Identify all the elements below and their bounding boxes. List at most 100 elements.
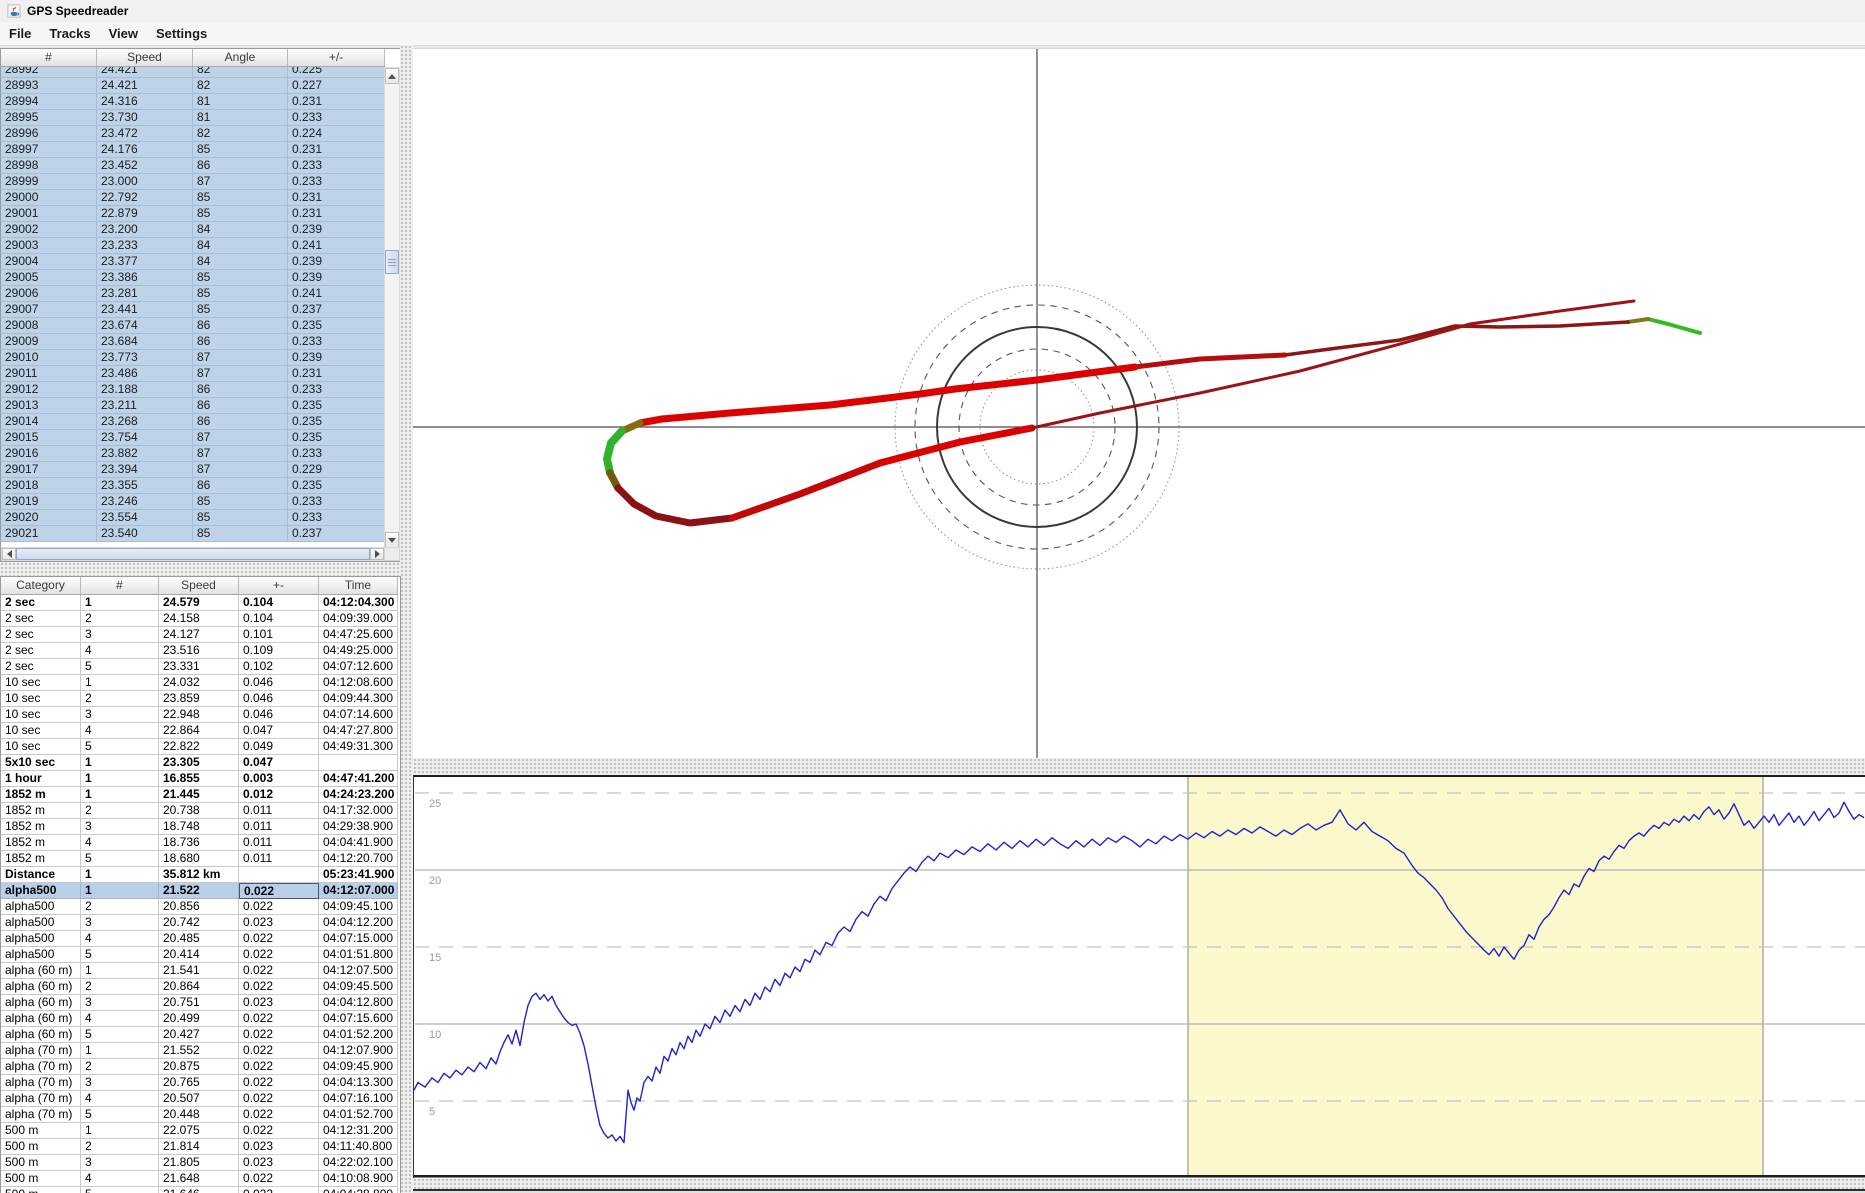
- result-row[interactable]: 10 sec124.0320.04604:12:08.600: [1, 675, 398, 691]
- col-header-speed[interactable]: Speed: [97, 49, 193, 66]
- col-header-pm[interactable]: +-: [239, 577, 319, 594]
- result-row[interactable]: 1852 m318.7480.01104:29:38.900: [1, 819, 398, 835]
- col-header-angle[interactable]: Angle: [193, 49, 288, 66]
- result-row[interactable]: 1852 m418.7360.01104:04:41.900: [1, 835, 398, 851]
- menu-view[interactable]: View: [100, 22, 147, 45]
- table-row[interactable]: 2902023.554850.233: [1, 510, 385, 526]
- points-table-hscrollbar[interactable]: [1, 547, 385, 561]
- result-row[interactable]: alpha (70 m)121.5520.02204:12:07.900: [1, 1043, 398, 1059]
- result-row[interactable]: 10 sec322.9480.04604:07:14.600: [1, 707, 398, 723]
- result-row[interactable]: 500 m321.8050.02304:22:02.100: [1, 1155, 398, 1171]
- table-row[interactable]: 2899324.421820.227: [1, 78, 385, 94]
- result-row[interactable]: 1 hour116.8550.00304:47:41.200: [1, 771, 398, 787]
- table-row[interactable]: 2899724.176850.231: [1, 142, 385, 158]
- table-row[interactable]: 2899224.421820.225: [1, 67, 385, 78]
- table-row[interactable]: 2901523.754870.235: [1, 430, 385, 446]
- result-row[interactable]: 500 m122.0750.02204:12:31.200: [1, 1123, 398, 1139]
- table-row[interactable]: 2900623.281850.241: [1, 286, 385, 302]
- table-row[interactable]: 2900122.879850.231: [1, 206, 385, 222]
- table-row[interactable]: 2901123.486870.231: [1, 366, 385, 382]
- table-row[interactable]: 2900523.386850.239: [1, 270, 385, 286]
- result-row[interactable]: 500 m221.8140.02304:11:40.800: [1, 1139, 398, 1155]
- result-row[interactable]: 2 sec423.5160.10904:49:25.000: [1, 643, 398, 659]
- table-row[interactable]: 2901023.773870.239: [1, 350, 385, 366]
- track-plot-panel[interactable]: [413, 48, 1865, 758]
- scroll-up-button[interactable]: [385, 68, 399, 84]
- result-row[interactable]: 1852 m220.7380.01104:17:32.000: [1, 803, 398, 819]
- table-row[interactable]: 2901423.268860.235: [1, 414, 385, 430]
- table-row[interactable]: 2899623.472820.224: [1, 126, 385, 142]
- result-row[interactable]: 1852 m518.6800.01104:12:20.700: [1, 851, 398, 867]
- menu-tracks[interactable]: Tracks: [40, 22, 99, 45]
- menu-file[interactable]: File: [0, 22, 40, 45]
- col-header-num[interactable]: #: [81, 577, 159, 594]
- result-row[interactable]: alpha (60 m)420.4990.02204:07:15.600: [1, 1011, 398, 1027]
- col-header-plusminus[interactable]: +/-: [288, 49, 385, 66]
- result-row[interactable]: alpha (70 m)320.7650.02204:04:13.300: [1, 1075, 398, 1091]
- table-row[interactable]: 2901923.246850.233: [1, 494, 385, 510]
- col-header-category[interactable]: Category: [1, 577, 81, 594]
- vscroll-thumb[interactable]: [385, 250, 399, 274]
- result-row[interactable]: alpha (60 m)520.4270.02204:01:52.200: [1, 1027, 398, 1043]
- result-row[interactable]: alpha500420.4850.02204:07:15.000: [1, 931, 398, 947]
- col-header-time[interactable]: Time: [319, 577, 398, 594]
- table-row[interactable]: 2900022.792850.231: [1, 190, 385, 206]
- table-row[interactable]: 2901823.355860.235: [1, 478, 385, 494]
- col-header-number[interactable]: #: [1, 49, 97, 66]
- result-row[interactable]: 2 sec523.3310.10204:07:12.600: [1, 659, 398, 675]
- speed-chart-panel[interactable]: 510152025: [413, 775, 1865, 1178]
- table-row[interactable]: 2901623.882870.233: [1, 446, 385, 462]
- result-row[interactable]: 5x10 sec123.3050.047: [1, 755, 398, 771]
- table-row[interactable]: 2900723.441850.237: [1, 302, 385, 318]
- result-row[interactable]: alpha (60 m)121.5410.02204:12:07.500: [1, 963, 398, 979]
- result-row[interactable]: 2 sec324.1270.10104:47:25.600: [1, 627, 398, 643]
- result-row[interactable]: alpha (70 m)420.5070.02204:07:16.100: [1, 1091, 398, 1107]
- left-horizontal-splitter[interactable]: [0, 562, 400, 576]
- points-table-vscrollbar[interactable]: [384, 67, 400, 549]
- result-row[interactable]: alpha (70 m)220.8750.02204:09:45.900: [1, 1059, 398, 1075]
- result-row[interactable]: 2 sec124.5790.10404:12:04.300: [1, 595, 398, 611]
- scroll-down-button[interactable]: [385, 532, 399, 548]
- table-row[interactable]: 2900323.233840.241: [1, 238, 385, 254]
- scroll-right-button[interactable]: [370, 548, 384, 560]
- result-row[interactable]: alpha (60 m)320.7510.02304:04:12.800: [1, 995, 398, 1011]
- result-row[interactable]: alpha500121.5220.02204:12:07.000: [1, 883, 398, 899]
- table-row[interactable]: 2900923.684860.233: [1, 334, 385, 350]
- hscroll-thumb[interactable]: [16, 548, 370, 560]
- result-cell: 04:04:28.800: [319, 1187, 398, 1193]
- table-row[interactable]: 2899424.316810.231: [1, 94, 385, 110]
- menu-settings[interactable]: Settings: [147, 22, 216, 45]
- result-row[interactable]: Distance135.812 km05:23:41.900: [1, 867, 398, 883]
- table-row[interactable]: 2901323.211860.235: [1, 398, 385, 414]
- table-row[interactable]: 2901223.188860.233: [1, 382, 385, 398]
- result-row[interactable]: 10 sec422.8640.04704:47:27.800: [1, 723, 398, 739]
- scroll-left-button[interactable]: [2, 548, 16, 560]
- result-row[interactable]: alpha (60 m)220.8640.02204:09:45.500: [1, 979, 398, 995]
- table-row[interactable]: 2902123.540850.237: [1, 526, 385, 542]
- result-row[interactable]: 2 sec224.1580.10404:09:39.000: [1, 611, 398, 627]
- table-cell: 0.233: [288, 382, 385, 398]
- result-row[interactable]: 500 m421.6480.02204:10:08.900: [1, 1171, 398, 1187]
- result-row[interactable]: 10 sec223.8590.04604:09:44.300: [1, 691, 398, 707]
- result-cell: 04:01:52.200: [319, 1027, 398, 1043]
- result-cell: 0.022: [239, 1027, 319, 1043]
- table-row[interactable]: 2899523.730810.233: [1, 110, 385, 126]
- table-row[interactable]: 2899923.000870.233: [1, 174, 385, 190]
- result-row[interactable]: alpha500320.7420.02304:04:12.200: [1, 915, 398, 931]
- table-row[interactable]: 2900223.200840.239: [1, 222, 385, 238]
- result-row[interactable]: 500 m521.6460.02204:04:28.800: [1, 1187, 398, 1193]
- result-row[interactable]: 1852 m121.4450.01204:24:23.200: [1, 787, 398, 803]
- result-row[interactable]: alpha500220.8560.02204:09:45.100: [1, 899, 398, 915]
- result-row[interactable]: alpha500520.4140.02204:01:51.800: [1, 947, 398, 963]
- col-header-speed2[interactable]: Speed: [159, 577, 239, 594]
- table-row[interactable]: 2899823.452860.233: [1, 158, 385, 174]
- bottom-splitter[interactable]: [413, 1178, 1865, 1191]
- right-horizontal-splitter[interactable]: [413, 758, 1865, 775]
- table-row[interactable]: 2901723.394870.229: [1, 462, 385, 478]
- vertical-splitter[interactable]: [400, 45, 413, 1193]
- table-row[interactable]: 2900823.674860.235: [1, 318, 385, 334]
- result-row[interactable]: 10 sec522.8220.04904:49:31.300: [1, 739, 398, 755]
- result-cell: 04:12:08.600: [319, 675, 398, 691]
- result-row[interactable]: alpha (70 m)520.4480.02204:01:52.700: [1, 1107, 398, 1123]
- table-row[interactable]: 2900423.377840.239: [1, 254, 385, 270]
